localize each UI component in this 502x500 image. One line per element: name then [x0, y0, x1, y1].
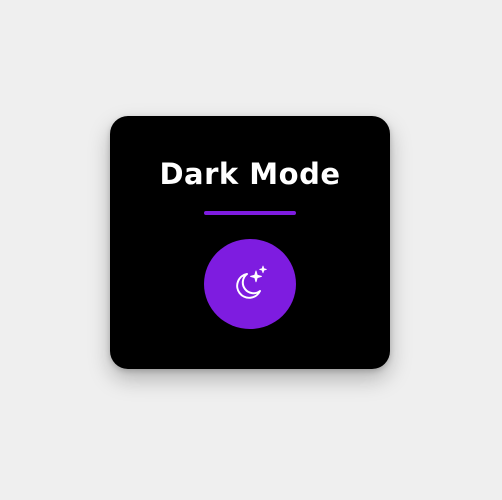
card-title: Dark Mode	[159, 157, 341, 191]
dark-mode-card: Dark Mode	[110, 116, 390, 369]
moon-stars-icon	[236, 265, 267, 299]
page-background: Dark Mode	[0, 0, 502, 500]
dark-mode-toggle-button[interactable]	[204, 239, 296, 329]
title-underline	[204, 211, 296, 215]
